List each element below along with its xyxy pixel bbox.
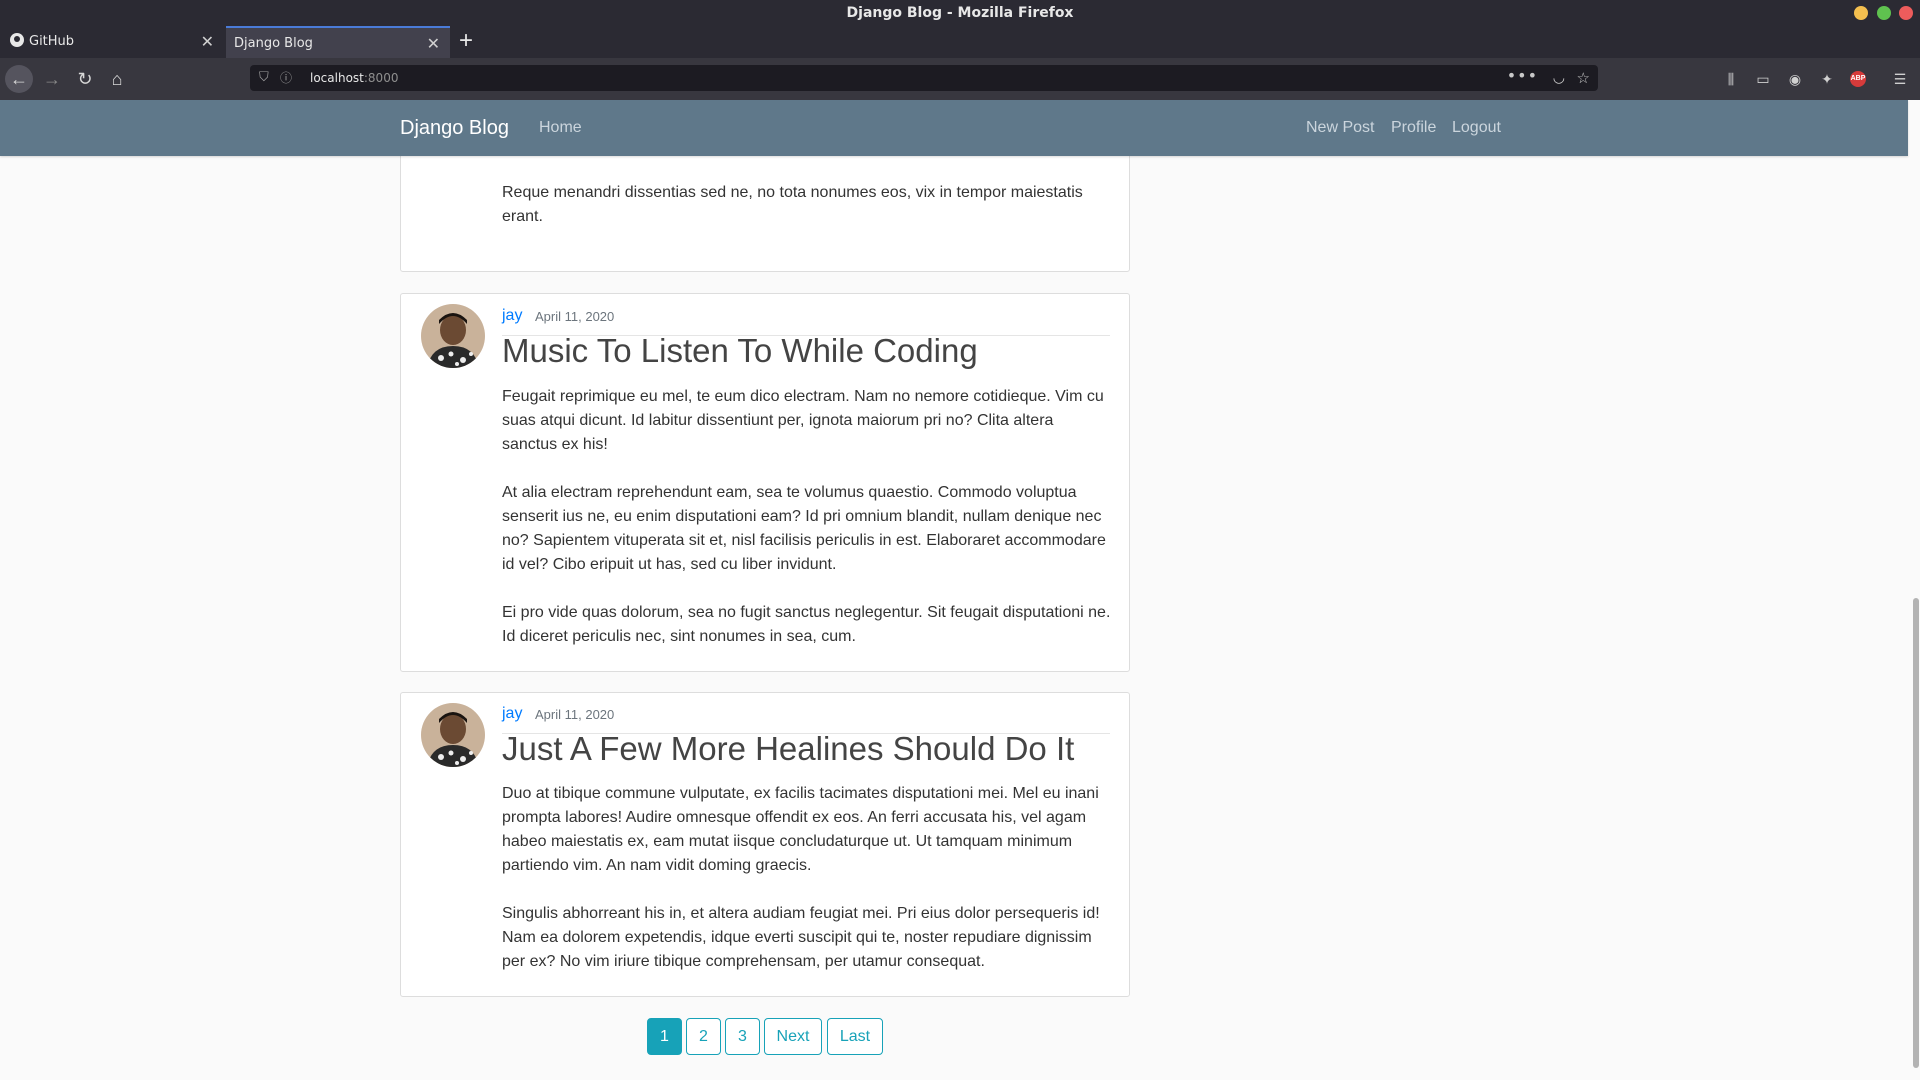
post-body: Feugait reprimique eu mel, te eum dico e… [502,388,1111,645]
minimize-button[interactable] [1854,6,1868,20]
back-icon[interactable]: ← [5,65,33,93]
post-date: April 11, 2020 [535,707,615,722]
forward-icon[interactable]: → [38,65,66,93]
nav-new-post-link[interactable]: New Post [1306,100,1374,156]
page-1-button[interactable]: 1 [647,1018,682,1055]
tab-label: Django Blog [234,36,313,51]
page-actions-icon[interactable]: ••• [1507,63,1538,89]
scrollbar[interactable] [1908,100,1920,1080]
close-tab-icon[interactable]: ✕ [427,28,440,60]
tab-label: GitHub [29,34,75,49]
shield-icon[interactable]: ⛉ [259,65,269,91]
window-title: Django Blog - Mozilla Firefox [0,0,1920,26]
post-author-link[interactable]: jay [502,704,522,724]
account-icon[interactable]: ◉ [1785,69,1805,89]
nav-logout-link[interactable]: Logout [1452,100,1501,156]
pocket-icon[interactable]: ◡ [1553,65,1565,91]
sidebar-icon[interactable]: ▭ [1753,69,1773,89]
tab-bar: GitHub ✕ Django Blog ✕ + [0,26,1920,58]
last-page-button[interactable]: Last [827,1018,883,1055]
site-navbar: Django Blog Home New Post Profile Logout [0,100,1908,156]
post-card: jay April 11, 2020 Music To Listen To Wh… [400,293,1130,672]
site-brand[interactable]: Django Blog [400,100,509,156]
post-date: April 11, 2020 [535,309,615,324]
library-icon[interactable]: ⫼ [1721,69,1741,89]
url-bar[interactable]: ⛉ ⓘ localhost:8000 ••• ◡ ☆ [250,65,1598,91]
next-page-button[interactable]: Next [764,1018,822,1055]
tab-django-blog[interactable]: Django Blog ✕ [226,26,450,58]
post-card: jay April 11, 2020 Just A Few More Heali… [400,692,1130,997]
post-title-link[interactable]: Music To Listen To While Coding [502,332,978,370]
url-text: localhost:8000 [310,71,399,85]
nav-profile-link[interactable]: Profile [1391,100,1436,156]
reload-icon[interactable]: ↻ [71,65,99,93]
github-icon [10,33,24,47]
close-window-button[interactable] [1899,6,1913,20]
menu-icon[interactable]: ☰ [1890,69,1910,89]
page-2-button[interactable]: 2 [686,1018,721,1055]
close-tab-icon[interactable]: ✕ [201,26,214,58]
maximize-button[interactable] [1877,6,1891,20]
nav-home-link[interactable]: Home [539,100,582,156]
scrollbar-thumb[interactable] [1913,598,1919,1068]
page-3-button[interactable]: 3 [725,1018,760,1055]
tab-github[interactable]: GitHub ✕ [0,26,224,58]
home-icon[interactable]: ⌂ [103,65,131,93]
post-body: Duo at tibique commune vulputate, ex fac… [502,785,1100,970]
adblock-icon[interactable]: ABP [1850,71,1866,87]
author-avatar[interactable] [421,304,485,368]
page-viewport: Django Blog Home New Post Profile Logout… [0,100,1920,1080]
info-icon[interactable]: ⓘ [280,65,292,91]
extension-icon[interactable]: ✦ [1817,69,1837,89]
author-avatar[interactable] [421,703,485,767]
post-title-link[interactable]: Just A Few More Healines Should Do It [502,730,1074,768]
bookmark-star-icon[interactable]: ☆ [1577,65,1590,91]
post-author-link[interactable]: jay [502,306,522,326]
new-tab-button[interactable]: + [456,26,476,58]
